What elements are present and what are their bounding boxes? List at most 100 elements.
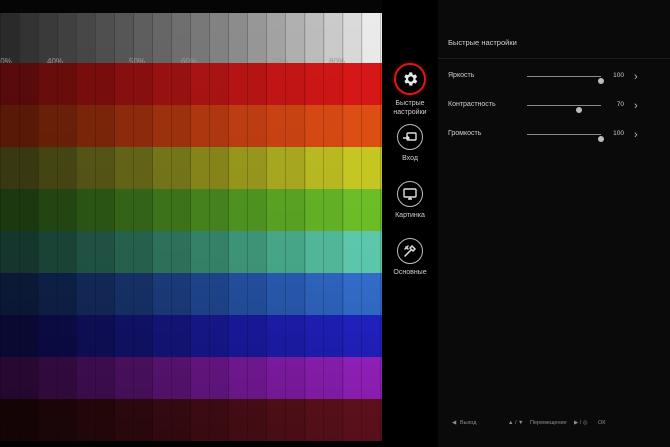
color-step (171, 147, 191, 189)
contrast-setting[interactable]: Контрастность 70 › (448, 99, 658, 113)
color-step (133, 147, 153, 189)
nav-label: Вход (402, 155, 418, 162)
color-step (95, 63, 115, 105)
color-band-blue (0, 273, 382, 315)
color-step (343, 147, 363, 189)
panel-title: Быстрые настройки (448, 38, 517, 47)
nav-quick-settings[interactable]: Быстрые настройки (382, 63, 438, 117)
color-step (248, 273, 268, 315)
color-step (133, 231, 153, 273)
tools-icon (397, 238, 423, 264)
color-step (229, 231, 249, 273)
color-step (190, 189, 211, 231)
nav-general[interactable]: Основные (382, 238, 438, 277)
color-step (267, 63, 287, 105)
setting-label: Громкость (448, 130, 482, 137)
brightness-slider[interactable] (527, 76, 604, 84)
color-step (76, 273, 96, 315)
monitor-icon (397, 181, 423, 207)
setting-value: 100 (613, 72, 624, 79)
color-step (0, 189, 20, 231)
color-step (210, 315, 230, 357)
color-step (267, 231, 287, 273)
setting-value: 100 (613, 130, 624, 137)
chevron-right-icon[interactable]: › (634, 70, 638, 84)
color-step (229, 273, 249, 315)
color-step (19, 63, 39, 105)
color-step (324, 63, 344, 105)
color-step (19, 231, 39, 273)
color-step (76, 63, 96, 105)
ok-key-icon: ▶ / ◎ (574, 420, 588, 426)
chevron-right-icon[interactable]: › (634, 99, 638, 113)
color-step (343, 105, 363, 147)
color-step (190, 315, 211, 357)
contrast-slider[interactable] (527, 105, 601, 113)
color-step (0, 315, 20, 357)
color-step (324, 399, 344, 441)
color-step (57, 357, 77, 399)
color-step (229, 357, 249, 399)
nav-picture[interactable]: Картинка (382, 181, 438, 220)
color-step (248, 147, 268, 189)
gray-step (286, 13, 306, 63)
color-band-orange-red (0, 105, 382, 147)
color-step (76, 147, 96, 189)
color-step (190, 105, 211, 147)
color-step (210, 357, 230, 399)
color-step (229, 189, 249, 231)
color-step (171, 273, 191, 315)
color-step (267, 147, 287, 189)
volume-setting[interactable]: Громкость 100 › (448, 128, 658, 142)
color-step (210, 147, 230, 189)
color-step (171, 105, 191, 147)
slider-knob[interactable] (575, 107, 582, 113)
volume-slider[interactable] (527, 134, 604, 142)
color-step (267, 315, 287, 357)
slider-knob[interactable] (598, 136, 604, 142)
color-step (95, 231, 115, 273)
color-step (305, 273, 325, 315)
brightness-setting[interactable]: Яркость 100 › (448, 70, 658, 84)
color-step (286, 399, 306, 441)
color-step (57, 105, 77, 147)
color-step (95, 273, 115, 315)
gray-step (305, 13, 325, 63)
color-step (114, 189, 134, 231)
setting-label: Яркость (448, 72, 475, 79)
color-step (171, 357, 191, 399)
color-step (305, 189, 325, 231)
color-step (38, 315, 58, 357)
nav-input[interactable]: Вход (382, 124, 438, 163)
color-step (324, 357, 344, 399)
color-step (248, 63, 268, 105)
color-step (133, 105, 153, 147)
color-step (19, 189, 39, 231)
color-step (19, 147, 39, 189)
color-step (57, 63, 77, 105)
title-divider (438, 58, 670, 59)
color-step (248, 189, 268, 231)
chevron-right-icon[interactable]: › (634, 128, 638, 142)
color-step (0, 273, 20, 315)
color-step (57, 399, 77, 441)
color-step (324, 273, 344, 315)
grayscale-row (0, 13, 382, 63)
color-step (76, 105, 96, 147)
color-step (305, 231, 325, 273)
color-step (324, 105, 344, 147)
color-step (57, 315, 77, 357)
color-step (95, 105, 115, 147)
color-step (267, 189, 287, 231)
color-step (38, 273, 58, 315)
color-step (0, 231, 20, 273)
color-step (152, 315, 172, 357)
gray-step (171, 13, 191, 63)
color-step (133, 315, 153, 357)
settings-panel: Быстрые настройки Яркость 100 › Контраст… (438, 0, 670, 447)
color-step (286, 357, 306, 399)
nav-label-line1: Быстрые (395, 100, 425, 107)
test-pattern: 0% 40% 50% 60% 70% 80% (0, 13, 382, 447)
slider-knob[interactable] (598, 78, 604, 84)
color-step (305, 315, 325, 357)
